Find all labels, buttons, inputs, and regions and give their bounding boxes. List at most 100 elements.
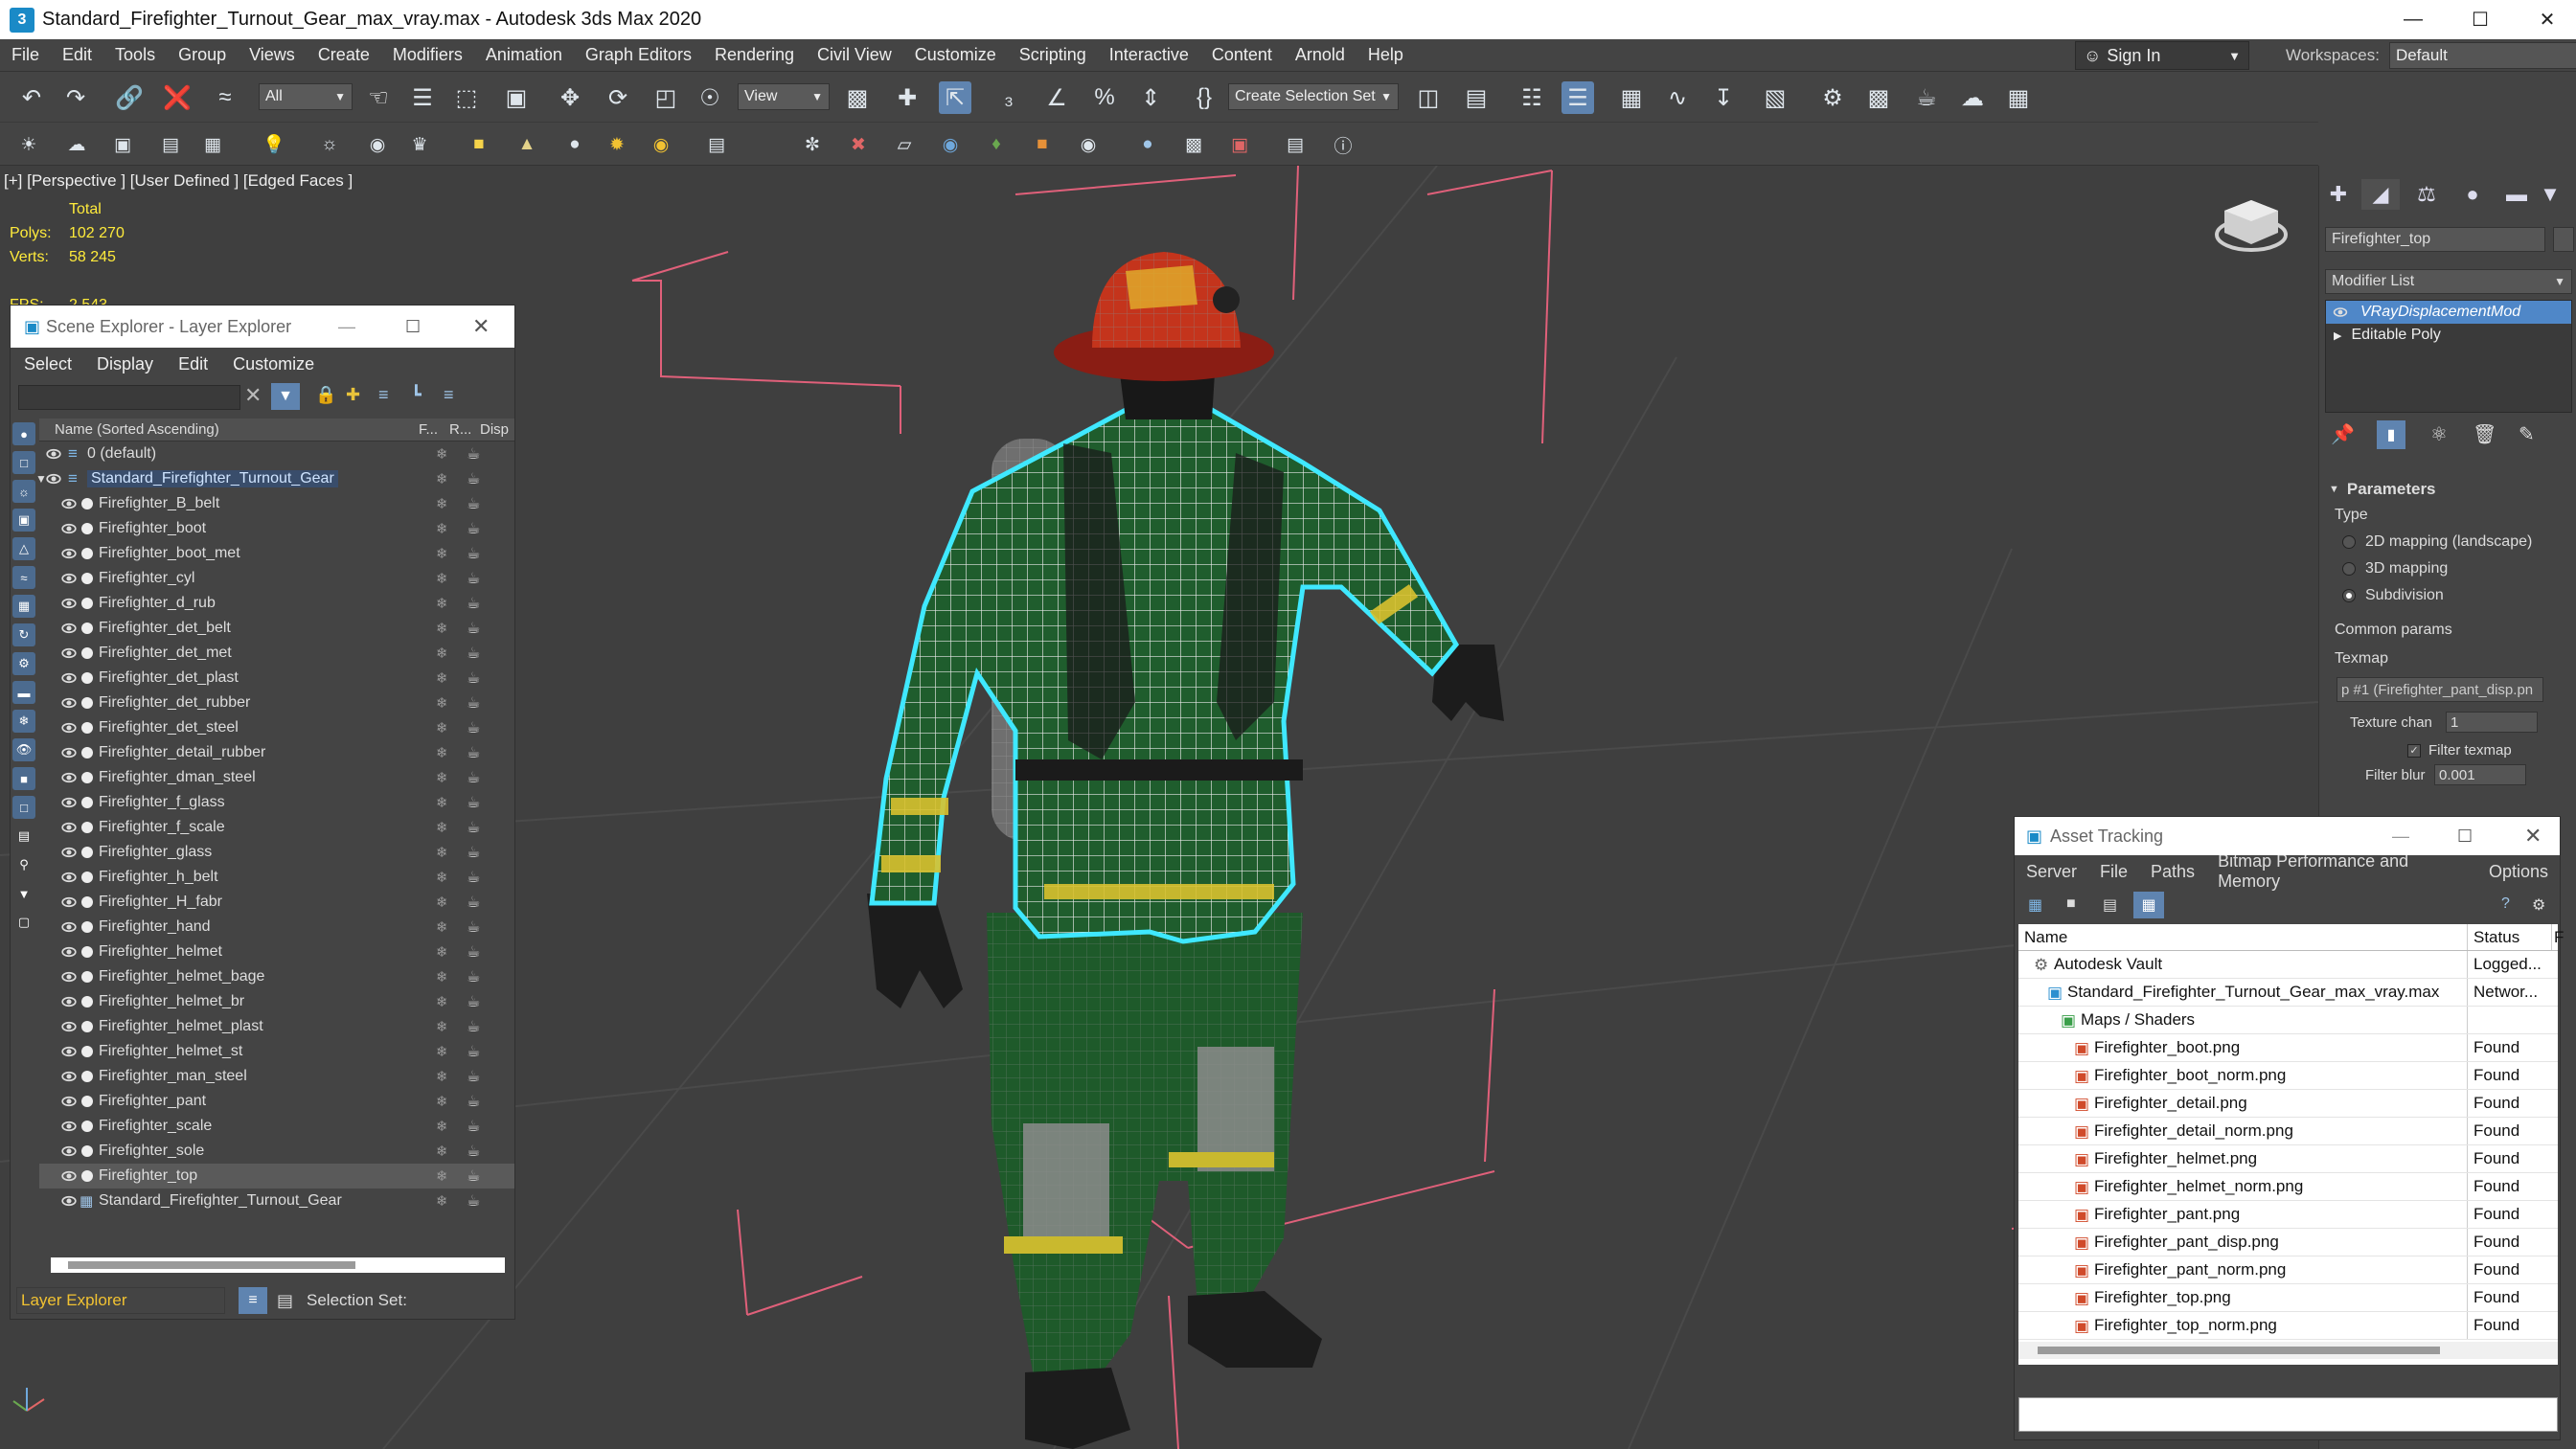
- type-radio[interactable]: 3D mapping: [2342, 560, 2572, 577]
- make-unique-icon[interactable]: ⚛: [2430, 422, 2448, 446]
- modifier-stack-item-vraydisplacement[interactable]: VRayDisplacementMod: [2326, 301, 2571, 324]
- reference-coordinate-select[interactable]: View ▼: [738, 83, 830, 110]
- asset-row[interactable]: ▣ Firefighter_pant_norm.png Found: [2018, 1257, 2558, 1284]
- render-teapot-icon[interactable]: ☕: [467, 519, 480, 538]
- vray-ies-light-icon[interactable]: ◉: [648, 131, 674, 158]
- render-teapot-icon[interactable]: ☕: [467, 743, 480, 762]
- scene-explorer-row[interactable]: Firefighter_det_plast ❄ ☕: [39, 666, 514, 691]
- freeze-icon[interactable]: ❄: [436, 669, 448, 687]
- options-icon[interactable]: ⚙: [2532, 895, 2545, 915]
- asset-row[interactable]: ▣ Firefighter_helmet.png Found: [2018, 1145, 2558, 1173]
- scene-explorer-row[interactable]: Firefighter_helmet ❄ ☕: [39, 940, 514, 964]
- render-teapot-icon[interactable]: ☕: [467, 1142, 480, 1161]
- render-teapot-icon[interactable]: ☕: [467, 1191, 480, 1211]
- vray-sun-light-icon[interactable]: ✹: [604, 131, 630, 158]
- list-view-icon[interactable]: ■: [2066, 895, 2076, 913]
- vray-plant-icon[interactable]: ♦: [983, 131, 1010, 158]
- vray-plane-light-icon[interactable]: ■: [466, 131, 492, 158]
- render-teapot-icon[interactable]: ☕: [467, 1117, 480, 1136]
- rotate-icon[interactable]: ⟳: [602, 81, 634, 114]
- render-teapot-icon[interactable]: ☕: [467, 644, 480, 663]
- percent-snap-icon[interactable]: %: [1088, 81, 1121, 114]
- schematic-view-icon[interactable]: ↧: [1707, 81, 1740, 114]
- hidden-filter-icon[interactable]: 👁: [12, 738, 35, 761]
- pivot-center-icon[interactable]: ▩: [841, 81, 874, 114]
- vray-sampler-icon[interactable]: ■: [1029, 131, 1056, 158]
- visibility-eye-icon[interactable]: [61, 921, 77, 933]
- scene-explorer-row[interactable]: Firefighter_helmet_br ❄ ☕: [39, 989, 514, 1014]
- render-teapot-icon[interactable]: ☕: [467, 868, 480, 887]
- scene-explorer-menu-item[interactable]: Edit: [178, 354, 208, 374]
- visibility-eye-icon[interactable]: [61, 822, 77, 833]
- scene-explorer-row[interactable]: Firefighter_det_rubber ❄ ☕: [39, 691, 514, 715]
- visibility-eye-icon[interactable]: [61, 1096, 77, 1107]
- visibility-eye-icon[interactable]: [61, 971, 77, 983]
- unlink-icon[interactable]: ❌: [161, 81, 194, 114]
- vray-ipr-icon[interactable]: ▦: [199, 131, 226, 158]
- freeze-icon[interactable]: ❄: [436, 1043, 448, 1060]
- freeze-icon[interactable]: ❄: [436, 645, 448, 662]
- filter-icon[interactable]: ▼: [271, 383, 300, 410]
- mirror-icon[interactable]: ◫: [1412, 81, 1445, 114]
- render-teapot-icon[interactable]: ☕: [467, 768, 480, 787]
- modifier-list-select[interactable]: Modifier List ▼: [2325, 269, 2572, 294]
- container-filter-icon[interactable]: ▬: [12, 681, 35, 704]
- asset-tracking-menu-item[interactable]: File: [2100, 862, 2128, 882]
- close-button[interactable]: ✕: [472, 314, 490, 339]
- collapse-icon[interactable]: ▼: [35, 472, 47, 486]
- scene-explorer-row[interactable]: Firefighter_h_belt ❄ ☕: [39, 865, 514, 890]
- asset-tracking-titlebar[interactable]: ▣ Asset Tracking — ☐ ✕: [2015, 817, 2560, 855]
- toggle-ribbon-icon[interactable]: ▦: [1615, 81, 1648, 114]
- freeze-icon[interactable]: ❄: [436, 570, 448, 587]
- render-production-icon[interactable]: ☕: [1910, 81, 1943, 114]
- menu-item[interactable]: Views: [238, 45, 307, 65]
- selection-set-icon[interactable]: ▤: [277, 1291, 293, 1311]
- render-setup-icon[interactable]: ⚙: [1816, 81, 1849, 114]
- render-teapot-icon[interactable]: ☕: [467, 917, 480, 937]
- help-icon[interactable]: ⓘ: [1330, 131, 1356, 158]
- group-filter-icon[interactable]: ▦: [12, 595, 35, 618]
- render-teapot-icon[interactable]: ☕: [467, 1166, 480, 1186]
- layers-toggle-icon[interactable]: ≡: [239, 1287, 267, 1314]
- scene-explorer-row[interactable]: ≡ 0 (default) ❄ ☕: [39, 441, 514, 466]
- asset-row[interactable]: ▣ Standard_Firefighter_Turnout_Gear_max_v…: [2018, 979, 2558, 1007]
- scene-explorer-row[interactable]: Firefighter_helmet_st ❄ ☕: [39, 1039, 514, 1064]
- scene-explorer-row[interactable]: ▦ Standard_Firefighter_Turnout_Gear ❄ ☕: [39, 1189, 514, 1213]
- help-icon[interactable]: ?: [2501, 895, 2510, 913]
- render-teapot-icon[interactable]: ☕: [467, 594, 480, 613]
- visibility-eye-icon[interactable]: [61, 647, 77, 659]
- layers-icon[interactable]: ≡: [378, 385, 389, 405]
- menu-item[interactable]: Graph Editors: [574, 45, 703, 65]
- vray-vfb-icon[interactable]: ☁: [63, 131, 90, 158]
- undo-icon[interactable]: ↶: [15, 81, 48, 114]
- window-crossing-icon[interactable]: ▣: [500, 81, 533, 114]
- object-name-field[interactable]: Firefighter_top: [2325, 227, 2545, 252]
- visibility-eye-icon[interactable]: [61, 523, 77, 534]
- sign-in-button[interactable]: ☺ Sign In ▼: [2075, 41, 2249, 70]
- render-teapot-icon[interactable]: ☕: [467, 1067, 480, 1086]
- visibility-eye-icon[interactable]: [61, 996, 77, 1008]
- search-input[interactable]: [18, 385, 240, 410]
- render-teapot-icon[interactable]: ☕: [467, 544, 480, 563]
- render-teapot-icon[interactable]: ☕: [467, 967, 480, 986]
- menu-item[interactable]: Content: [1200, 45, 1284, 65]
- visibility-eye-icon[interactable]: [61, 1071, 77, 1082]
- none-filter-icon[interactable]: □: [12, 796, 35, 819]
- visibility-eye-icon[interactable]: [61, 498, 77, 509]
- clear-search-icon[interactable]: ✕: [244, 383, 262, 408]
- place-icon[interactable]: ☉: [694, 81, 726, 114]
- freeze-icon[interactable]: ❄: [436, 819, 448, 836]
- texture-chan-spinner[interactable]: 1: [2446, 712, 2538, 733]
- visibility-eye-icon[interactable]: [61, 1170, 77, 1182]
- remove-modifier-icon[interactable]: 🗑: [2473, 422, 2496, 446]
- render-teapot-icon[interactable]: ☕: [467, 494, 480, 513]
- scene-explorer-row[interactable]: ▼ ≡ Standard_Firefighter_Turnout_Gear ❄ ☕: [35, 466, 514, 491]
- render-teapot-icon[interactable]: ☕: [467, 992, 480, 1011]
- visibility-eye-icon[interactable]: [61, 797, 77, 808]
- freeze-icon[interactable]: ❄: [436, 943, 448, 961]
- asset-row[interactable]: ▣ Firefighter_helmet_norm.png Found: [2018, 1173, 2558, 1201]
- toggle-scene-explorer-icon[interactable]: ☷: [1516, 81, 1548, 114]
- modifier-stack-item-editable-poly[interactable]: ▶ Editable Poly: [2326, 324, 2571, 347]
- freeze-icon[interactable]: ❄: [436, 844, 448, 861]
- angle-snap-icon[interactable]: ∠: [1040, 81, 1073, 114]
